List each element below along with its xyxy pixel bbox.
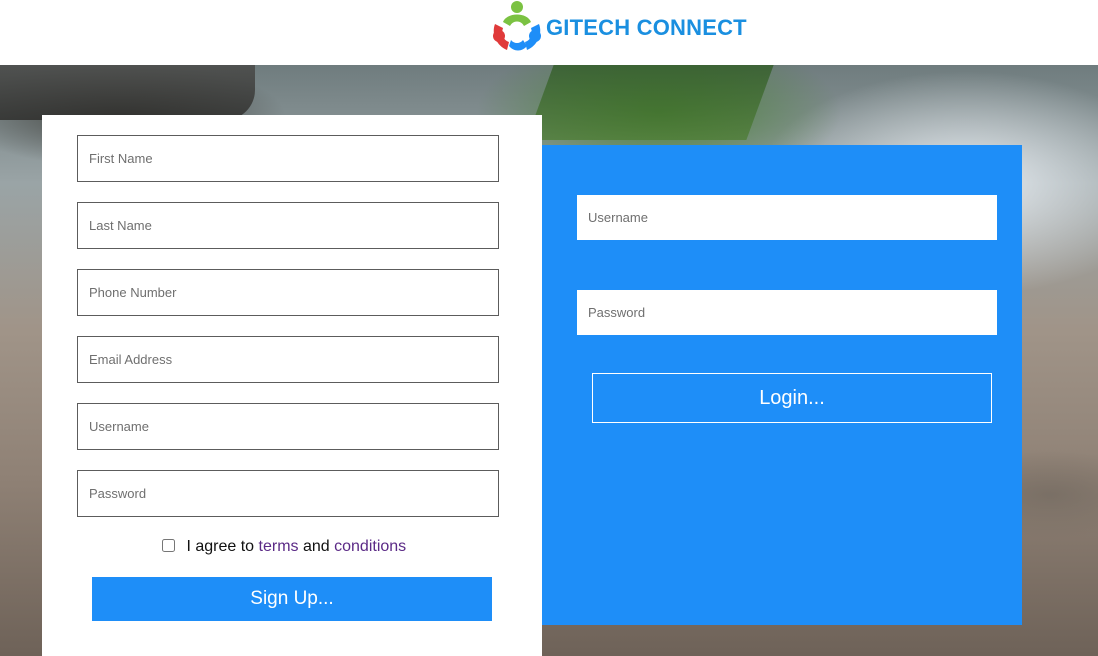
- signup-username-input[interactable]: [78, 404, 498, 449]
- login-password-field-box: [577, 290, 997, 335]
- conditions-link[interactable]: conditions: [334, 538, 406, 555]
- and-text: and: [302, 538, 330, 555]
- login-form: Login...: [542, 145, 1022, 625]
- sign-up-button[interactable]: Sign Up...: [92, 577, 492, 621]
- signup-form: I agree to terms and conditions Sign Up.…: [42, 115, 542, 656]
- login-button[interactable]: Login...: [592, 373, 992, 423]
- email-address-input[interactable]: [78, 337, 498, 382]
- first-name-field-box: [77, 135, 499, 182]
- background-moss: [526, 65, 774, 140]
- signup-password-field-box: [77, 470, 499, 517]
- brand-name: GITECH CONNECT: [546, 15, 747, 40]
- people-circle-logo-icon: [493, 1, 541, 51]
- signup-username-field-box: [77, 403, 499, 450]
- email-field-box: [77, 336, 499, 383]
- brand-logo[interactable]: GITECH CONNECT: [489, 0, 749, 55]
- last-name-input[interactable]: [78, 203, 498, 248]
- phone-field-box: [77, 269, 499, 316]
- login-username-input[interactable]: [577, 195, 997, 240]
- top-header: GITECH CONNECT: [0, 0, 1098, 65]
- signup-password-input[interactable]: [78, 471, 498, 516]
- login-password-input[interactable]: [577, 290, 997, 335]
- agree-terms-checkbox[interactable]: [162, 539, 175, 552]
- terms-agreement: I agree to terms and conditions: [162, 538, 406, 558]
- background-rock: [0, 65, 255, 120]
- login-username-field-box: [577, 195, 997, 240]
- phone-number-input[interactable]: [78, 270, 498, 315]
- agree-prefix-text: I agree to: [186, 538, 255, 555]
- first-name-input[interactable]: [78, 136, 498, 181]
- last-name-field-box: [77, 202, 499, 249]
- terms-link[interactable]: terms: [259, 538, 299, 555]
